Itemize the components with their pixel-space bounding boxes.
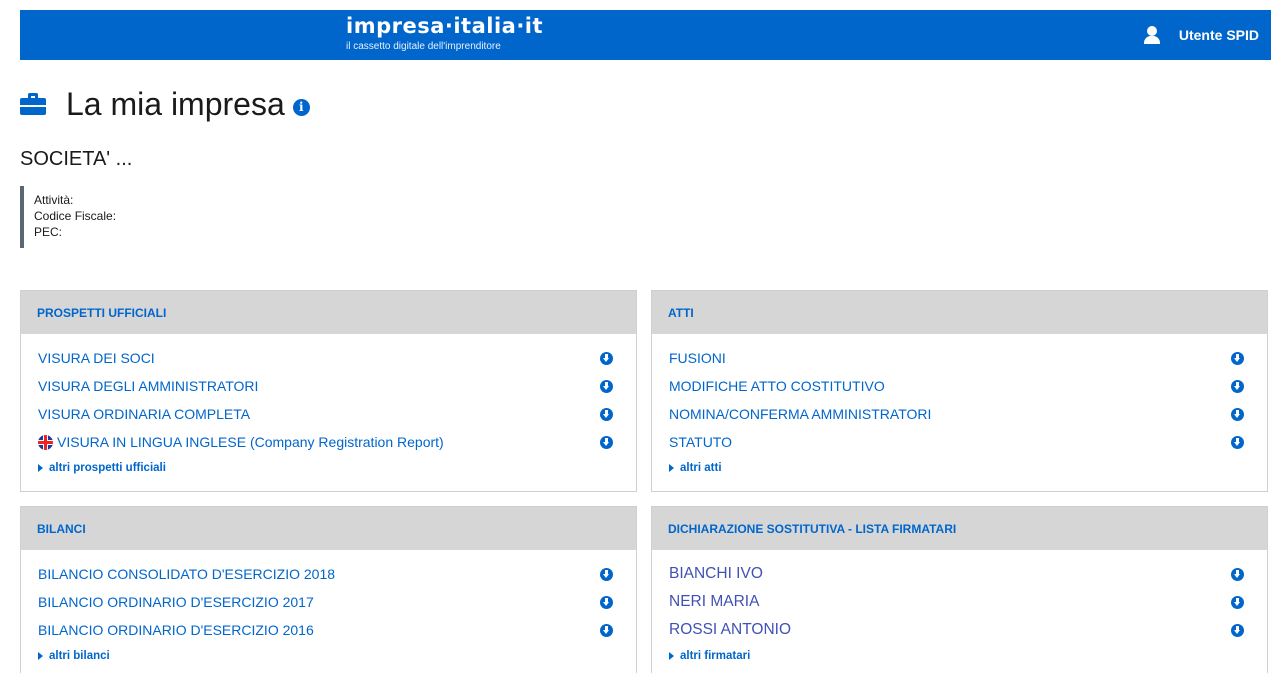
list-item[interactable]: BILANCIO ORDINARIO D'ESERCIZIO 2017 (38, 588, 620, 616)
item-link[interactable]: STATUTO (669, 434, 732, 450)
download-icon[interactable] (1231, 351, 1244, 365)
download-icon[interactable] (600, 435, 613, 449)
download-icon[interactable] (600, 351, 613, 365)
more-label[interactable]: altri atti (680, 462, 722, 474)
item-link[interactable]: VISURA DEGLI AMMINISTRATORI (38, 378, 258, 394)
caret-right-icon (669, 652, 674, 660)
download-icon[interactable] (1231, 623, 1244, 637)
item-link[interactable]: BILANCIO ORDINARIO D'ESERCIZIO 2016 (38, 622, 314, 638)
panel-header: ATTI (652, 291, 1267, 334)
caret-right-icon (38, 464, 43, 472)
company-details: Attività: Codice Fiscale: PEC: (20, 186, 116, 248)
download-icon[interactable] (1231, 407, 1244, 421)
download-icon[interactable] (600, 567, 613, 581)
panel-header: DICHIARAZIONE SOSTITUTIVA - LISTA FIRMAT… (652, 507, 1267, 550)
user-icon[interactable] (1143, 26, 1160, 44)
list-item[interactable]: STATUTO (669, 428, 1251, 456)
signer-list: BIANCHI IVO NERI MARIA ROSSI ANTONIO (652, 550, 1267, 644)
list-item[interactable]: VISURA DEGLI AMMINISTRATORI (38, 372, 620, 400)
item-link[interactable]: BILANCIO ORDINARIO D'ESERCIZIO 2017 (38, 594, 314, 610)
document-list: VISURA DEI SOCI VISURA DEGLI AMMINISTRAT… (21, 334, 636, 456)
panel-bilanci: BILANCI BILANCIO CONSOLIDATO D'ESERCIZIO… (20, 506, 637, 673)
more-atti-link[interactable]: altri atti (652, 456, 1267, 474)
user-menu[interactable]: Utente SPID (1143, 10, 1259, 60)
brand[interactable]: impresa·italia·it il cassetto digitale d… (346, 14, 543, 54)
document-list: BILANCIO CONSOLIDATO D'ESERCIZIO 2018 BI… (21, 550, 636, 644)
item-link[interactable]: VISURA ORDINARIA COMPLETA (38, 406, 250, 422)
download-icon[interactable] (600, 407, 613, 421)
brand-logo[interactable]: impresa·italia·it (346, 14, 543, 38)
signer-link[interactable]: BIANCHI IVO (669, 565, 763, 583)
more-label[interactable]: altri bilanci (49, 650, 110, 662)
more-label[interactable]: altri firmatari (680, 650, 750, 662)
list-item[interactable]: VISURA DEI SOCI (38, 344, 620, 372)
more-prospetti-link[interactable]: altri prospetti ufficiali (21, 456, 636, 474)
briefcase-icon (20, 93, 46, 115)
info-icon[interactable]: i (292, 98, 310, 116)
download-icon[interactable] (1231, 595, 1244, 609)
list-item[interactable]: ROSSI ANTONIO (669, 616, 1251, 644)
item-link[interactable]: BILANCIO CONSOLIDATO D'ESERCIZIO 2018 (38, 566, 335, 582)
item-link[interactable]: FUSIONI (669, 350, 726, 366)
page-title-text: La mia impresa (66, 86, 285, 122)
more-bilanci-link[interactable]: altri bilanci (21, 644, 636, 662)
list-item[interactable]: NERI MARIA (669, 588, 1251, 616)
item-link-english[interactable]: VISURA IN LINGUA INGLESE (Company Regist… (38, 434, 444, 450)
download-icon[interactable] (600, 623, 613, 637)
download-icon[interactable] (600, 595, 613, 609)
list-item[interactable]: VISURA IN LINGUA INGLESE (Company Regist… (38, 428, 620, 456)
panel-firmatari: DICHIARAZIONE SOSTITUTIVA - LISTA FIRMAT… (651, 506, 1268, 673)
item-link[interactable]: VISURA DEI SOCI (38, 350, 155, 366)
panel-header: BILANCI (21, 507, 636, 550)
tax-code-label: Codice Fiscale: (34, 209, 117, 223)
download-icon[interactable] (1231, 435, 1244, 449)
user-label[interactable]: Utente SPID (1179, 27, 1259, 43)
download-icon[interactable] (600, 379, 613, 393)
top-bar: impresa·italia·it il cassetto digitale d… (20, 10, 1271, 60)
list-item[interactable]: VISURA ORDINARIA COMPLETA (38, 400, 620, 428)
caret-right-icon (38, 652, 43, 660)
brand-tagline: il cassetto digitale dell'imprenditore (346, 41, 501, 52)
list-item[interactable]: BILANCIO CONSOLIDATO D'ESERCIZIO 2018 (38, 560, 620, 588)
page-title: La mia impresa i (20, 84, 310, 124)
signer-link[interactable]: ROSSI ANTONIO (669, 621, 791, 639)
list-item[interactable]: MODIFICHE ATTO COSTITUTIVO (669, 372, 1251, 400)
list-item[interactable]: BILANCIO ORDINARIO D'ESERCIZIO 2016 (38, 616, 620, 644)
list-item[interactable]: NOMINA/CONFERMA AMMINISTRATORI (669, 400, 1251, 428)
list-item[interactable]: BIANCHI IVO (669, 560, 1251, 588)
company-name: SOCIETA' ... (20, 148, 133, 170)
item-link[interactable]: NOMINA/CONFERMA AMMINISTRATORI (669, 406, 931, 422)
uk-flag-icon (38, 434, 53, 450)
caret-right-icon (669, 464, 674, 472)
activity-label: Attività: (34, 193, 74, 207)
download-icon[interactable] (1231, 379, 1244, 393)
list-item[interactable]: FUSIONI (669, 344, 1251, 372)
signer-link[interactable]: NERI MARIA (669, 593, 759, 611)
item-label[interactable]: VISURA IN LINGUA INGLESE (Company Regist… (57, 434, 444, 450)
more-label[interactable]: altri prospetti ufficiali (49, 462, 166, 474)
pec-label: PEC: (34, 225, 63, 239)
document-list: FUSIONI MODIFICHE ATTO COSTITUTIVO NOMIN… (652, 334, 1267, 456)
panel-header: PROSPETTI UFFICIALI (21, 291, 636, 334)
more-firmatari-link[interactable]: altri firmatari (652, 644, 1267, 662)
download-icon[interactable] (1231, 567, 1244, 581)
item-link[interactable]: MODIFICHE ATTO COSTITUTIVO (669, 378, 885, 394)
panel-atti: ATTI FUSIONI MODIFICHE ATTO COSTITUTIVO … (651, 290, 1268, 492)
panel-prospetti-ufficiali: PROSPETTI UFFICIALI VISURA DEI SOCI VISU… (20, 290, 637, 492)
